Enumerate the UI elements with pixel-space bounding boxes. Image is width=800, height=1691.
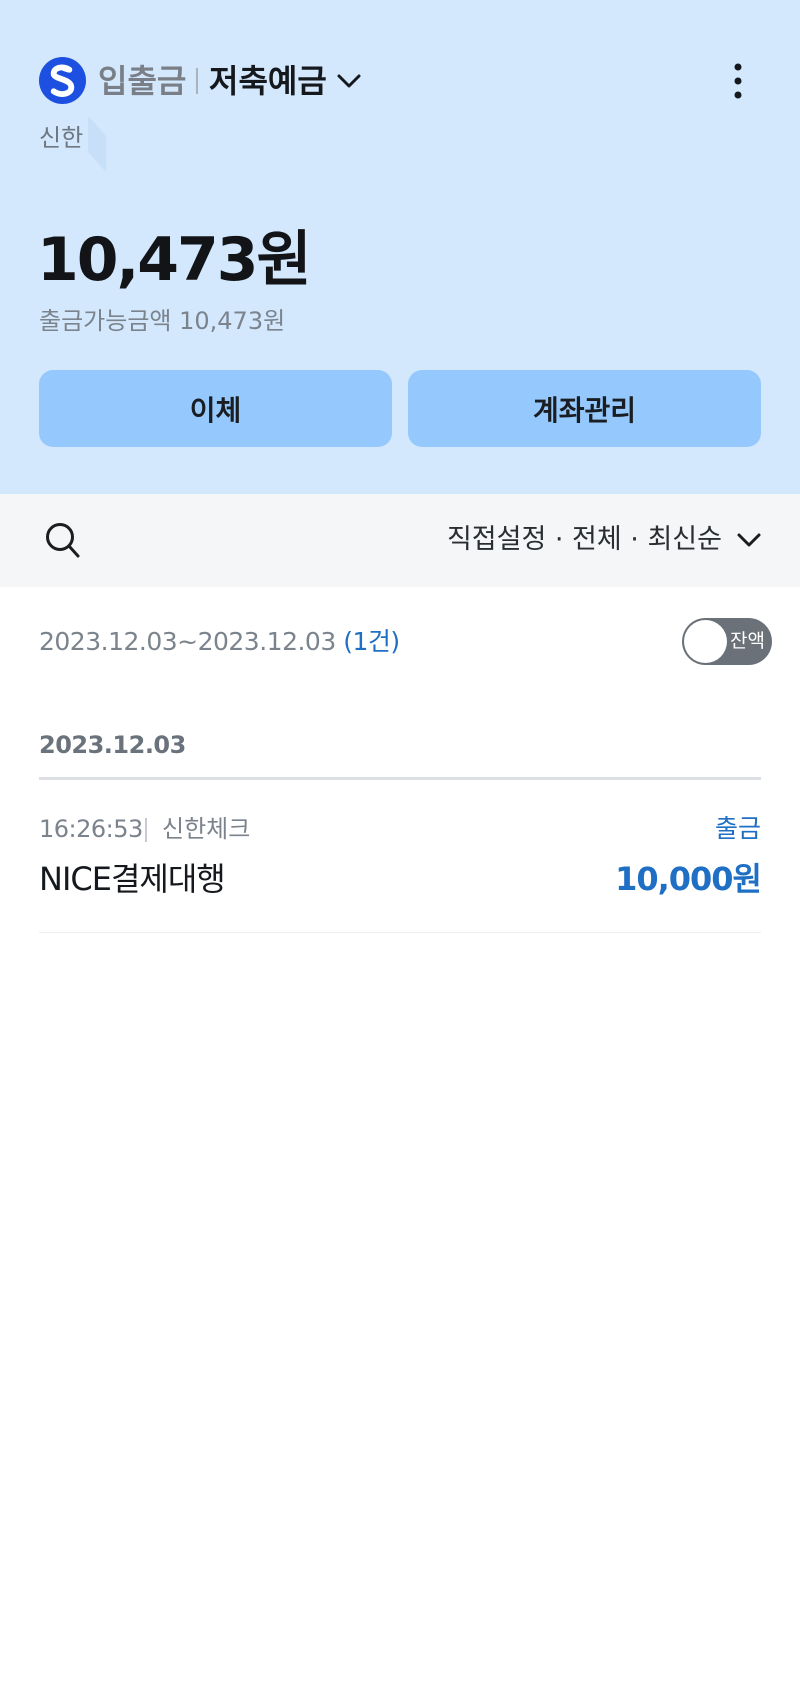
account-header: 입출금 저축예금 신한 10,473원 출금가능금액 10,473원 이체 계좌… — [0, 0, 800, 494]
filter-bar: 직접설정 · 전체 · 최신순 — [0, 494, 800, 587]
title-divider — [196, 68, 198, 94]
account-manage-button[interactable]: 계좌관리 — [408, 370, 761, 447]
transaction-time: 16:26:53 — [39, 815, 143, 843]
date-range: 2023.12.03~2023.12.03 — [39, 627, 336, 656]
transaction-card: 신한체크 — [162, 815, 251, 843]
chevron-down-icon[interactable] — [336, 70, 362, 92]
account-category-label: 입출금 — [98, 62, 187, 100]
bank-tag-decoration — [88, 116, 106, 172]
chevron-down-icon[interactable] — [735, 528, 763, 552]
row-divider — [39, 932, 761, 933]
transaction-count: (1건) — [343, 627, 400, 656]
transaction-merchant: NICE결제대행 — [39, 860, 226, 898]
bank-name: 신한 — [39, 124, 84, 152]
transaction-row[interactable]: 16:26:53 신한체크 NICE결제대행 출금 10,000원 — [39, 790, 762, 933]
toggle-knob — [684, 620, 727, 663]
transaction-meta-divider — [145, 818, 147, 842]
more-vertical-icon[interactable] — [720, 58, 756, 104]
filter-settings-button[interactable]: 직접설정 · 전체 · 최신순 — [447, 522, 722, 558]
date-range-summary: 2023.12.03~2023.12.03 (1건) — [39, 624, 400, 660]
transaction-amount: 10,000원 — [615, 860, 762, 898]
search-icon[interactable] — [42, 516, 84, 564]
available-balance: 출금가능금액 10,473원 — [39, 307, 286, 335]
account-name-label[interactable]: 저축예금 — [209, 60, 327, 102]
balance-toggle[interactable]: 잔액 — [682, 618, 772, 665]
transfer-button[interactable]: 이체 — [39, 370, 392, 447]
date-group-header: 2023.12.03 — [39, 731, 186, 759]
balance-toggle-label: 잔액 — [730, 630, 765, 652]
shinhan-logo — [39, 57, 86, 104]
transaction-type: 출금 — [714, 814, 761, 843]
date-divider — [39, 777, 761, 780]
account-balance: 10,473원 — [37, 225, 312, 295]
